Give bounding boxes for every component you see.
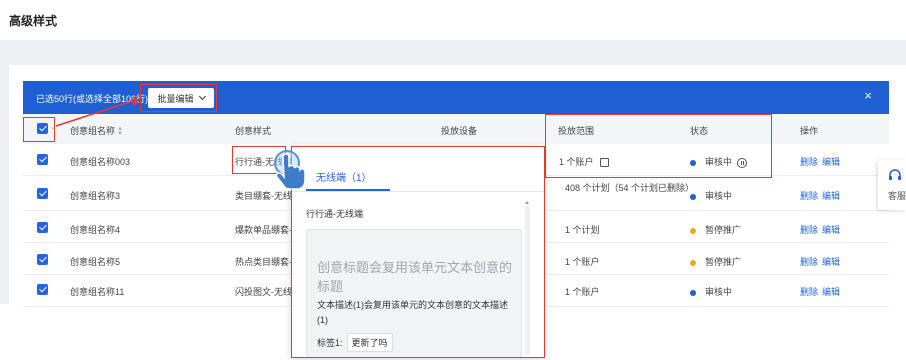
divider — [292, 191, 544, 192]
status-dot — [690, 193, 696, 200]
delete-link[interactable]: 删除 — [800, 157, 818, 167]
scrollbar[interactable] — [525, 201, 530, 355]
batch-action-bar: 已选50行(或选择全部106行) 批量编辑 × — [23, 81, 889, 114]
pause-icon[interactable] — [737, 157, 748, 168]
tag-label: 标签1: — [317, 338, 343, 348]
row-actions: 删除 编辑 — [800, 255, 844, 268]
hand-cursor-icon — [275, 153, 305, 190]
row-scope: 1 个账户 — [565, 287, 600, 297]
row-actions: 删除 编辑 — [800, 223, 844, 236]
style-label: 行行通-无线端 — [306, 209, 363, 219]
customer-service-button[interactable]: 客服 — [878, 160, 906, 210]
table-header: ⌄ 创意组名称 ▲ ▼ 创意样式 投放设备 投放范围 状态 操作 — [23, 114, 889, 144]
close-icon[interactable]: × — [864, 89, 872, 103]
row-style[interactable]: 热点类目绷套- — [235, 255, 292, 268]
status-dot — [690, 159, 696, 166]
row-name: 创意组名称11 — [70, 287, 125, 297]
header-actions: 操作 — [800, 126, 819, 136]
row-name: 创意组名称4 — [70, 225, 121, 235]
chevron-down-icon[interactable]: ⌄ — [50, 123, 56, 131]
headset-icon — [889, 169, 901, 180]
row-checkbox[interactable] — [37, 154, 48, 165]
edit-link[interactable]: 编辑 — [822, 287, 840, 297]
style-preview-popup: 无线端（1） 行行通-无线端 创意标题会复用该单元文本创意的标题 文本描述(1)… — [291, 146, 545, 358]
row-scope: 1 个账户 — [565, 257, 600, 267]
select-all-checkbox[interactable] — [37, 123, 48, 134]
card-title: 创意标题会复用该单元文本创意的标题 — [317, 260, 513, 294]
row-status: 暂停推广 — [690, 255, 741, 268]
row-checkbox[interactable] — [37, 254, 48, 265]
row-scope: 1 个账户 — [559, 155, 609, 168]
edit-icon[interactable] — [599, 158, 609, 168]
sort-icon[interactable]: ▲ ▼ — [117, 126, 123, 137]
row-scope: 1 个计划 — [565, 225, 600, 235]
batch-edit-label: 批量编辑 — [157, 93, 194, 104]
row-name: 创意组名称003 — [70, 157, 131, 167]
delete-link[interactable]: 删除 — [800, 287, 818, 297]
row-checkbox[interactable] — [37, 222, 48, 233]
row-scope: 408 个计划（54 个计划已删除） — [565, 183, 695, 193]
delete-link[interactable]: 删除 — [800, 191, 818, 201]
status-dot — [690, 227, 696, 234]
row-status: 审核中 — [690, 155, 748, 168]
row-checkbox[interactable] — [37, 284, 48, 295]
row-status: 暂停推广 — [690, 223, 741, 236]
status-dot — [690, 289, 696, 296]
row-actions: 删除 编辑 — [800, 285, 844, 298]
preview-card: 创意标题会复用该单元文本创意的标题 文本描述(1)会复用该单元的文本创意的文本描… — [306, 229, 522, 357]
batch-edit-button[interactable]: 批量编辑 — [148, 88, 214, 108]
row-name: 创意组名称3 — [70, 191, 121, 201]
tag-row: 标签1: 更新了吗 — [317, 333, 393, 352]
card-description: 文本描述(1)会复用该单元的文本创意的文本描述(1) — [317, 300, 509, 325]
header-scope: 投放范围 — [558, 126, 595, 136]
row-status: 审核中 — [690, 285, 732, 298]
header-style: 创意样式 — [235, 126, 272, 136]
edit-link[interactable]: 编辑 — [822, 257, 840, 267]
delete-link[interactable]: 删除 — [800, 225, 818, 235]
page-title: 高级样式 — [9, 14, 58, 28]
chevron-down-icon — [198, 92, 206, 101]
delete-link[interactable]: 删除 — [800, 257, 818, 267]
row-style[interactable]: 爆款单品绷套- — [235, 223, 292, 236]
header-device: 投放设备 — [441, 126, 478, 136]
edit-link[interactable]: 编辑 — [822, 157, 840, 167]
row-status: 审核中 — [690, 189, 732, 202]
edit-link[interactable]: 编辑 — [822, 191, 840, 201]
tag-value: 更新了吗 — [346, 333, 393, 352]
status-dot — [690, 259, 696, 266]
edit-link[interactable]: 编辑 — [822, 225, 840, 235]
row-checkbox[interactable] — [37, 188, 48, 199]
row-name: 创意组名称5 — [70, 257, 121, 267]
row-actions: 删除 编辑 — [800, 189, 844, 202]
customer-service-label: 客服 — [888, 191, 906, 201]
tab-wireless[interactable]: 无线端（1） — [316, 169, 372, 184]
header-status: 状态 — [690, 126, 709, 136]
row-actions: 删除 编辑 — [800, 155, 844, 168]
annotation-arrow — [55, 98, 140, 127]
